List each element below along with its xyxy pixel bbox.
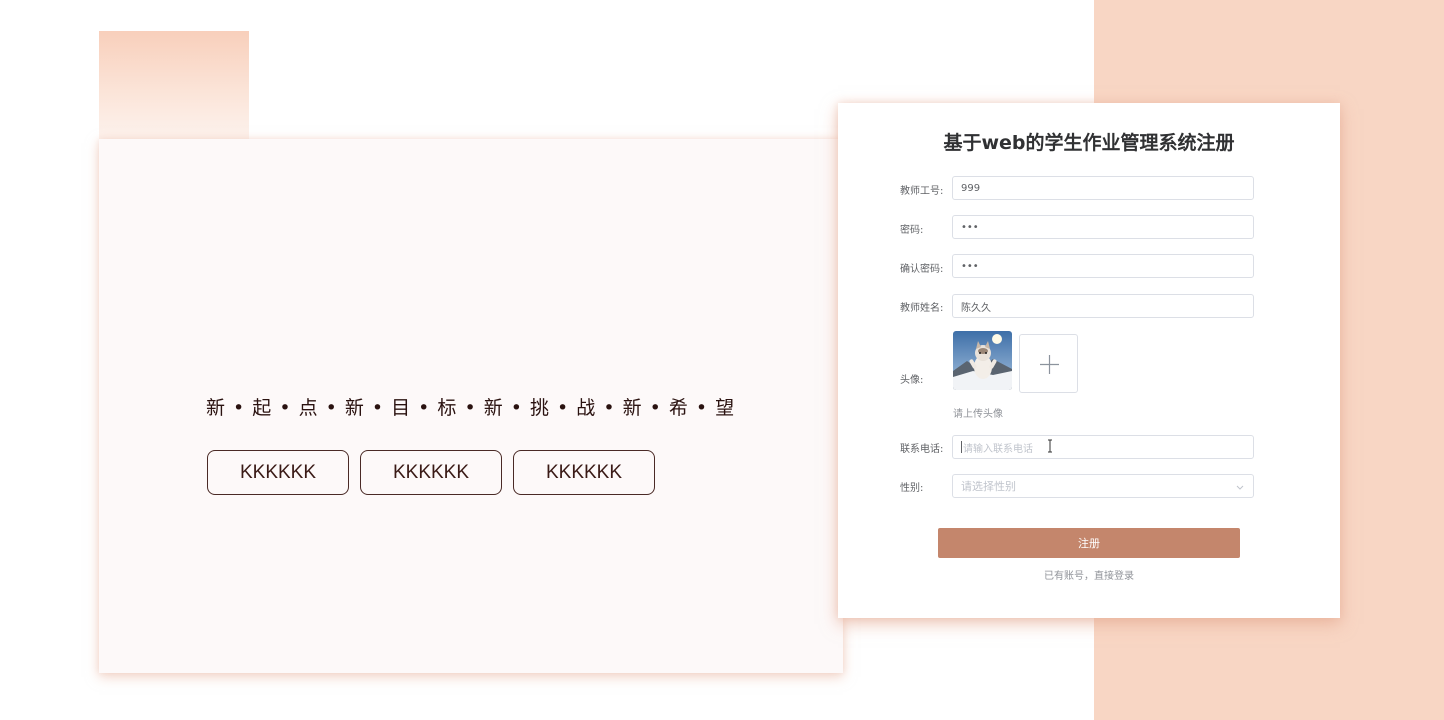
slogan-text: 新 • 起 • 点 • 新 • 目 • 标 • 新 • 挑 • 战 • 新 • … <box>206 397 736 419</box>
confirm-password-value: ••• <box>961 260 979 272</box>
teacher-id-label: 教师工号: <box>900 186 944 197</box>
avatar-hint: 请上传头像 <box>953 409 1003 420</box>
avatar-label: 头像: <box>900 375 924 386</box>
register-title: 基于web的学生作业管理系统注册 <box>943 132 1235 154</box>
phone-placeholder: 请输入联系电话 <box>963 443 1033 455</box>
teacher-id-value: 999 <box>961 182 981 194</box>
text-caret <box>961 441 962 453</box>
cat-photo-icon <box>953 331 1012 390</box>
ibeam-cursor-icon <box>1048 439 1052 453</box>
plus-icon <box>1040 355 1059 374</box>
password-value: ••• <box>961 221 979 233</box>
kkkkkk-button-2[interactable]: KKKKKK <box>360 450 502 495</box>
decorative-square <box>99 31 249 141</box>
password-input[interactable]: ••• <box>952 215 1254 239</box>
avatar-image[interactable] <box>953 331 1012 390</box>
teacher-name-input[interactable]: 陈久久 <box>952 294 1254 318</box>
teacher-id-input[interactable]: 999 <box>952 176 1254 200</box>
stage: 新 • 起 • 点 • 新 • 目 • 标 • 新 • 挑 • 战 • 新 • … <box>0 0 1444 720</box>
confirm-password-input[interactable]: ••• <box>952 254 1254 278</box>
kkkkkk-button-1[interactable]: KKKKKK <box>207 450 349 495</box>
gender-label: 性别: <box>900 483 924 494</box>
chevron-down-icon <box>1236 485 1244 490</box>
avatar-upload-button[interactable] <box>1019 334 1078 393</box>
register-button[interactable]: 注册 <box>938 528 1240 558</box>
phone-label: 联系电话: <box>900 444 944 455</box>
password-label: 密码: <box>900 225 924 236</box>
teacher-name-value: 陈久久 <box>961 302 991 314</box>
kkkkkk-button-3[interactable]: KKKKKK <box>513 450 655 495</box>
gender-select[interactable]: 请选择性别 <box>952 474 1254 498</box>
login-link[interactable]: 已有账号，直接登录 <box>938 567 1240 582</box>
gender-placeholder: 请选择性别 <box>961 480 1016 493</box>
confirm-password-label: 确认密码: <box>900 264 944 275</box>
teacher-name-label: 教师姓名: <box>900 303 944 314</box>
phone-input[interactable]: 请输入联系电话 <box>952 435 1254 459</box>
